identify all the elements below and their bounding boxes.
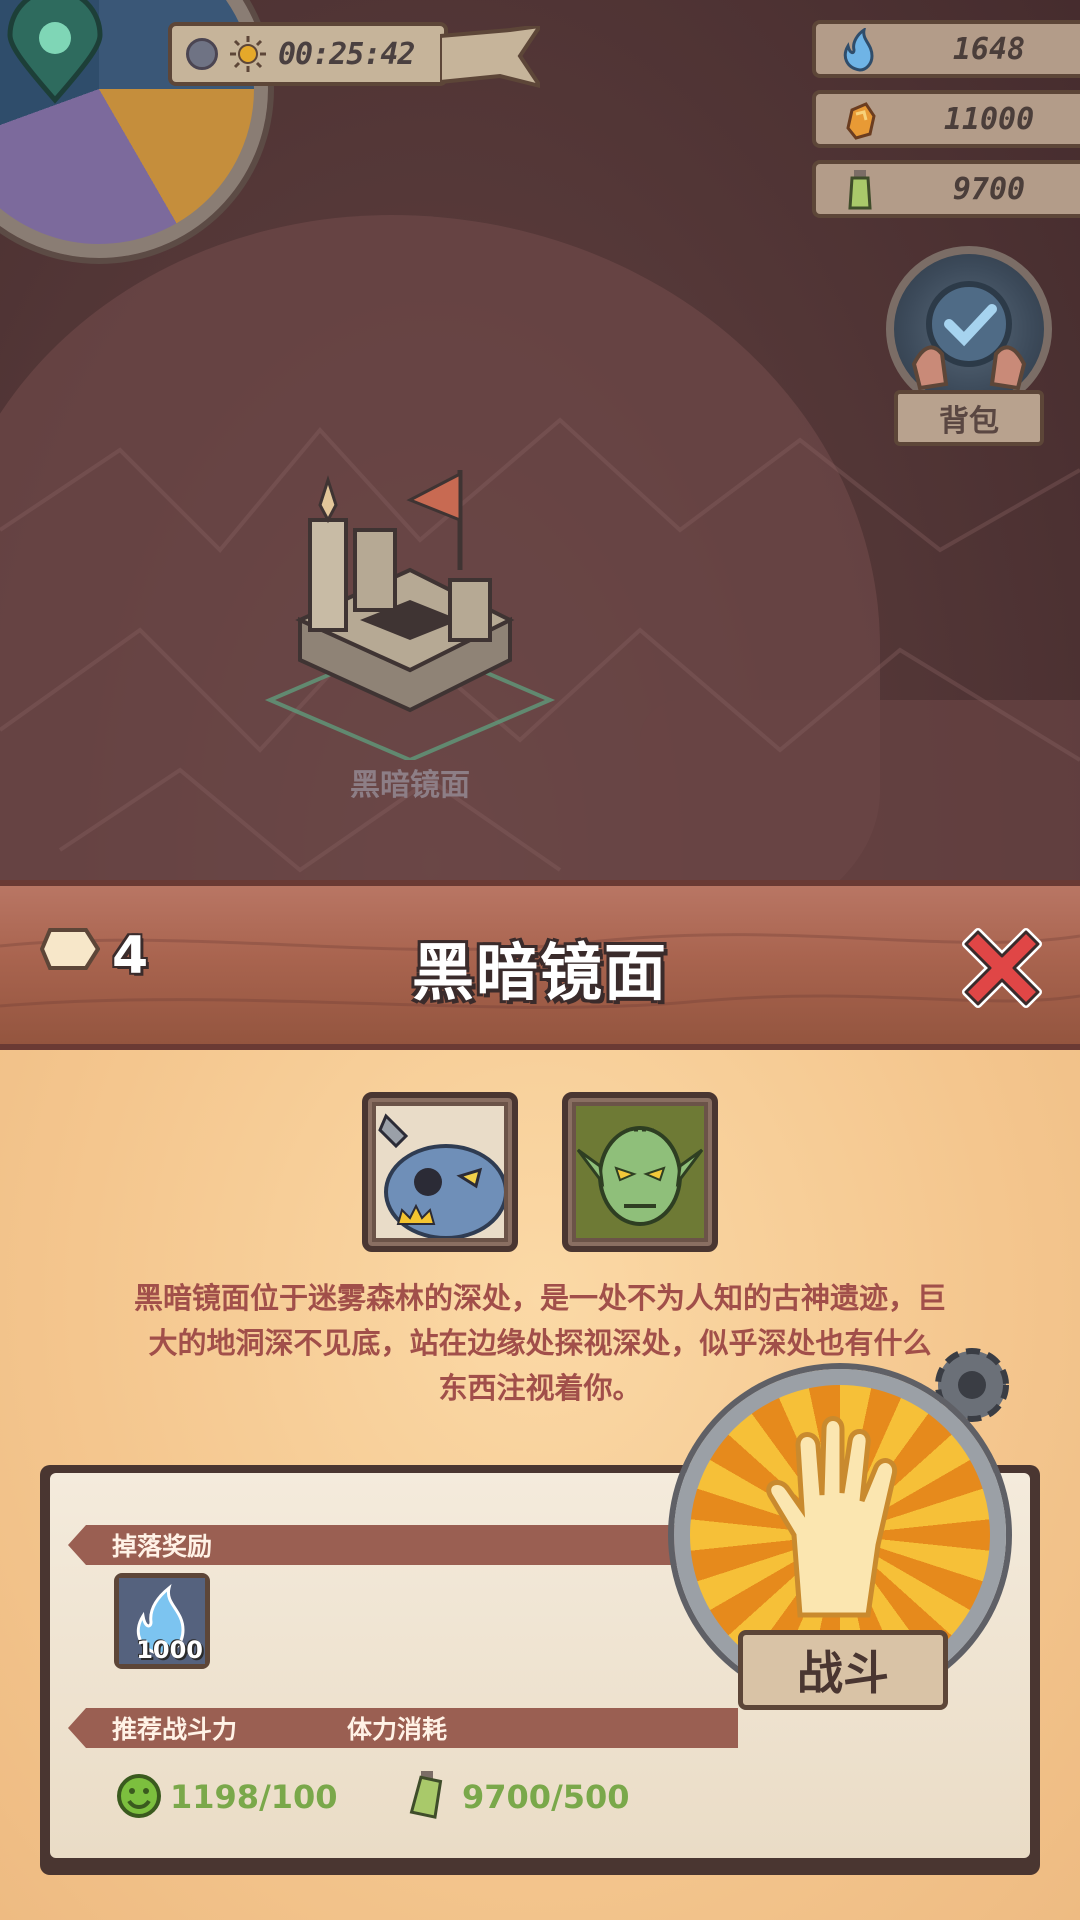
backpack-icon: [886, 246, 1052, 412]
gold-ore-icon: [846, 102, 876, 140]
resource-stamina-potion[interactable]: 9700: [812, 160, 1080, 218]
moon-icon: [186, 38, 218, 70]
drop-reward-header: 掉落奖励: [68, 1525, 738, 1565]
stamina-cost-label: 体力消耗: [347, 1715, 448, 1744]
backpack-button[interactable]: 背包: [880, 240, 1060, 450]
day-timer: 00:25:42: [168, 22, 448, 86]
resource-gold-ore[interactable]: 11000: [812, 90, 1080, 148]
blue-goblin-boss-portrait-icon: [376, 1106, 504, 1238]
timer-text: 00:25:42: [278, 36, 415, 72]
popup-header-bar: 4 黑暗镜面: [0, 880, 1080, 1050]
backpack-label: 背包: [894, 390, 1044, 446]
drop-item[interactable]: 1000: [114, 1573, 210, 1669]
map-pin-icon: [7, 0, 103, 104]
stamina-potion-icon: [848, 170, 872, 210]
recommended-power-label: 推荐战斗力: [112, 1715, 238, 1744]
popup-title: 黑暗镜面: [411, 936, 668, 1009]
gear-check-icon: [911, 281, 1027, 391]
close-icon[interactable]: [950, 916, 1054, 1020]
stats-header: 推荐战斗力 体力消耗: [68, 1708, 738, 1748]
enemy-portrait-boss[interactable]: [362, 1092, 518, 1252]
stage-info-popup: 4 黑暗镜面 黑暗镜面位于迷雾森林的深处，是一处不为人知的古神遗迹，巨 大的地洞…: [0, 880, 1080, 1920]
stamina-cost-value: 9700/500: [462, 1778, 630, 1816]
drop-item-quantity: 1000: [136, 1636, 203, 1664]
enemy-portrait-goblin[interactable]: [562, 1092, 718, 1252]
description-line: 黑暗镜面位于迷雾森林的深处，是一处不为人知的古神遗迹，巨: [133, 1281, 946, 1315]
resource-spirit-flame[interactable]: 1648: [812, 20, 1080, 78]
stage-badge-icon: [40, 928, 100, 970]
map-location-label: 黑暗镜面: [350, 768, 470, 803]
resource-spirit-flame-value: 1648: [952, 31, 1026, 67]
fight-button[interactable]: 战斗: [660, 1335, 1040, 1755]
stage-number: 4: [112, 926, 149, 986]
green-goblin-portrait-icon: [576, 1106, 704, 1238]
game-screen: 00:25:42 1648 11000 9700 背包 黑暗镜面 4 黑暗镜面 …: [0, 0, 1080, 1920]
dark-mirror-castle-icon[interactable]: [260, 460, 560, 760]
resource-gold-ore-value: 11000: [943, 101, 1035, 137]
resource-stamina-potion-value: 9700: [952, 171, 1026, 207]
hand-icon: [766, 1416, 898, 1618]
recommended-power-value: 1198/100: [170, 1778, 338, 1816]
power-smiley-icon: [117, 1774, 161, 1818]
sun-icon: [230, 36, 266, 72]
stamina-potion-icon: [409, 1771, 443, 1819]
fight-button-label: 战斗: [738, 1630, 948, 1710]
spirit-flame-icon: [843, 28, 874, 72]
banner-tail-decoration: [440, 26, 540, 89]
